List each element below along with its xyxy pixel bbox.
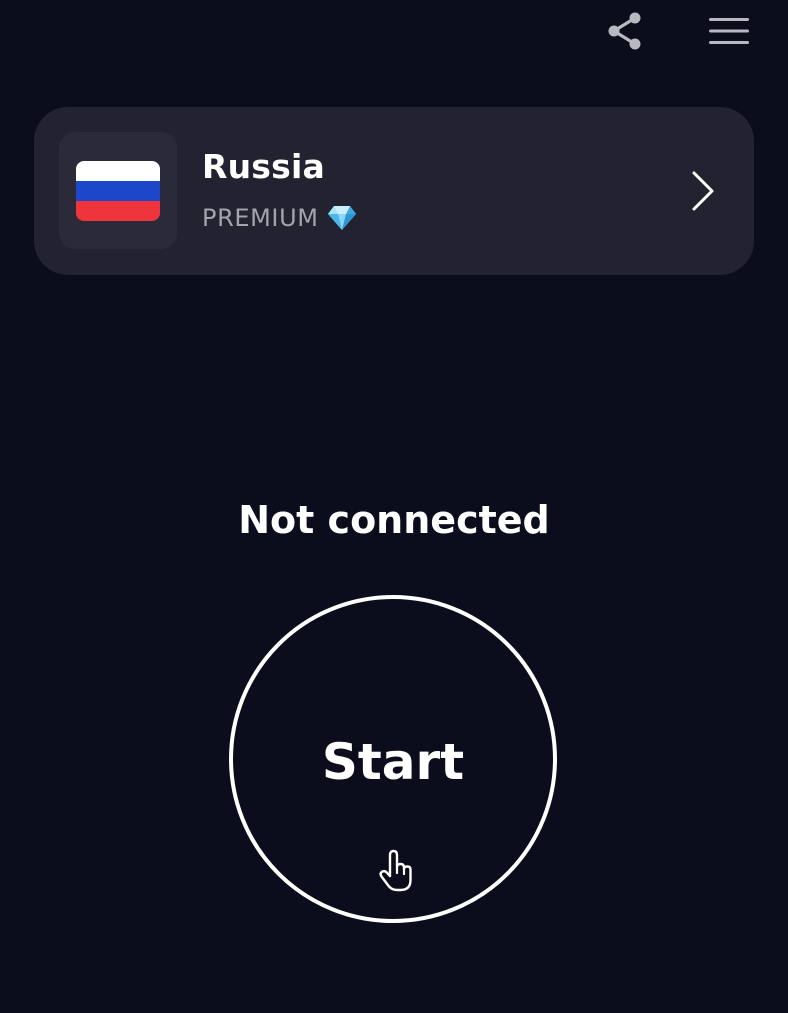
top-bar bbox=[0, 0, 788, 70]
tier-row: PREMIUM bbox=[202, 203, 357, 233]
tier-label: PREMIUM bbox=[202, 204, 319, 232]
flag-stripe-white bbox=[76, 160, 160, 181]
connection-status: Not connected bbox=[238, 498, 550, 542]
russia-flag-icon bbox=[76, 160, 160, 221]
server-selector-card[interactable]: Russia PREMIUM bbox=[34, 107, 754, 275]
start-button[interactable]: Start bbox=[229, 595, 557, 923]
flag-stripe-blue bbox=[76, 180, 160, 201]
diamond-icon bbox=[327, 206, 356, 230]
country-name: Russia bbox=[202, 147, 325, 186]
hamburger-menu-icon bbox=[709, 18, 749, 44]
flag-container bbox=[59, 132, 177, 249]
start-label: Start bbox=[321, 733, 465, 791]
share-button[interactable] bbox=[601, 8, 649, 54]
tap-hand-icon bbox=[379, 849, 412, 892]
share-icon bbox=[608, 12, 641, 50]
chevron-right-icon bbox=[692, 171, 714, 211]
flag-stripe-red bbox=[76, 200, 160, 221]
menu-button[interactable] bbox=[702, 10, 756, 52]
